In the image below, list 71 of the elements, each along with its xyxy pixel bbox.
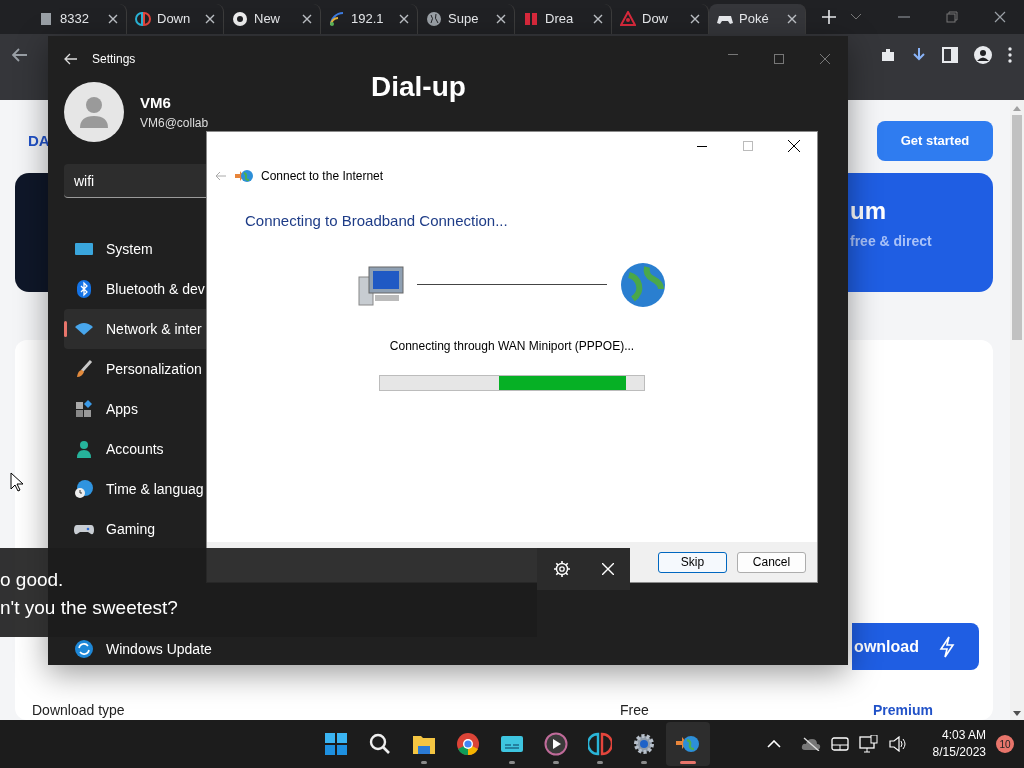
refresh-icon [74,639,94,659]
globe-connection-icon [235,168,253,184]
scroll-down-icon[interactable] [1013,711,1021,716]
minimize-icon[interactable] [697,145,707,147]
clock-time: 4:03 AM [940,727,986,744]
side-panel-icon[interactable] [942,46,958,63]
status-heading: Connecting to Broadband Connection... [244,211,509,231]
site-logo[interactable]: DA [15,129,50,153]
chrome-icon [456,732,480,756]
plus-icon[interactable] [822,10,836,24]
touchpad-icon[interactable] [830,737,849,751]
lightning-icon [939,635,955,658]
bluetooth-icon [74,279,94,299]
split-logo-icon [588,732,612,756]
close-icon[interactable] [788,140,800,152]
caption-text: o good. [0,568,64,592]
window-title: Settings [92,51,136,68]
search-icon [368,732,392,756]
caption-text: n't you the sweetest? [0,596,178,620]
running-indicator [641,761,647,764]
table-header: Download type [32,702,125,718]
ethernet-icon[interactable] [858,735,879,753]
running-indicator [597,761,603,764]
volume-icon[interactable] [888,736,907,752]
cancel-button[interactable]: Cancel [737,551,806,573]
apps-icon [74,399,94,419]
close-icon[interactable] [994,11,1006,23]
running-indicator [553,761,559,764]
status-text: Connecting through WAN Miniport (PPPOE)... [388,337,636,355]
maximize-icon[interactable] [774,54,784,64]
download-button[interactable]: ownload [852,623,979,670]
split-logo-icon [135,11,151,27]
puzzle-icon[interactable] [880,46,896,63]
promo-title: um [850,199,887,223]
profile-icon[interactable] [974,45,992,64]
gear-icon [632,732,656,756]
book-icon [523,11,539,27]
user-name: VM6 [140,92,172,113]
clock-date: 8/15/2023 [932,744,986,761]
restore-icon[interactable] [946,11,958,23]
settings-icon[interactable] [552,560,571,578]
notification-badge[interactable]: 10 [996,735,1014,753]
browser-tab[interactable]: Poké [709,4,806,34]
person-icon [74,439,94,459]
globe-clock-icon [74,479,94,499]
menu-icon[interactable] [1008,46,1012,63]
signal-icon [329,11,345,27]
download-icon[interactable] [912,46,926,63]
page-icon [38,11,54,27]
page-heading: Dial-up [370,70,466,104]
chevron-up-icon[interactable] [766,740,781,748]
skip-button[interactable]: Skip [658,551,727,573]
running-indicator [421,761,427,764]
globe-icon [426,11,442,27]
running-indicator [509,761,515,764]
cloud-off-icon[interactable] [800,737,821,751]
emblem-icon [620,11,636,27]
table-header: Free [620,702,649,718]
clock[interactable]: 4:03 AM 8/15/2023 [932,727,986,761]
running-indicator [680,761,696,764]
globe-icon [619,260,667,309]
brush-icon [74,359,94,379]
windows-logo-icon [324,732,348,756]
promo-text: free & direct [850,232,933,251]
get-started-button[interactable]: Get started [877,121,993,161]
play-icon [544,732,568,756]
chrome-icon [232,11,248,27]
chevron-down-icon[interactable] [850,13,862,21]
nav-item[interactable]: Windows Update [64,637,344,661]
user-email: VM6@collab [140,115,209,133]
table-header: Premium [873,702,933,718]
